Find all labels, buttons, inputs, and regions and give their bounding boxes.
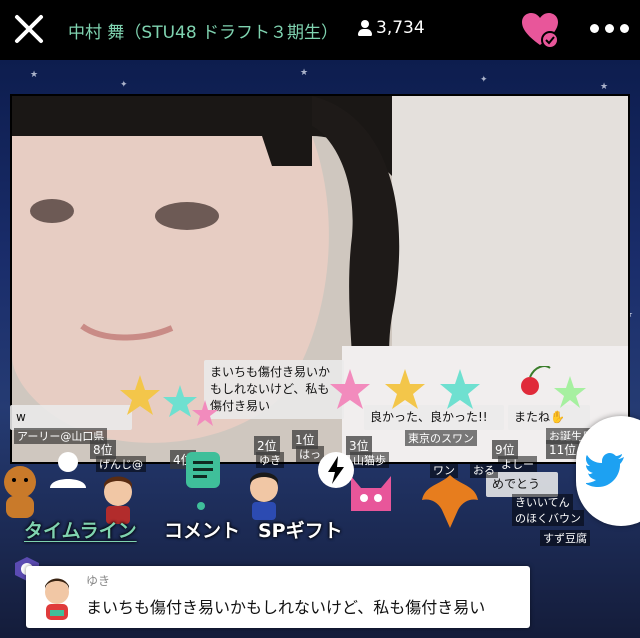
rank-badge: 11位 bbox=[546, 440, 580, 459]
overlay-tag: 東京のスワン bbox=[405, 430, 477, 446]
close-icon[interactable] bbox=[10, 10, 46, 46]
rank-badge: 9位 bbox=[492, 440, 518, 459]
cherry-sticker bbox=[521, 366, 586, 408]
stream-title: 中村 舞（STU48 ドラフト３期生） bbox=[68, 23, 339, 43]
top-bar: 中村 舞（STU48 ドラフト３期生） 3,734 bbox=[0, 0, 640, 60]
twitter-icon bbox=[586, 453, 624, 487]
latest-comment-card[interactable]: ゆき まいちも傷付き易いかもしれないけど、私も傷付き易い bbox=[26, 566, 530, 628]
tab-sp-gift[interactable]: SPギフト bbox=[258, 516, 343, 543]
heart-check-icon[interactable] bbox=[520, 10, 560, 50]
rank-badge: 2位 bbox=[254, 436, 280, 455]
tab-comment[interactable]: コメント bbox=[164, 516, 240, 543]
viewer-counter: 3,734 bbox=[358, 18, 425, 38]
twitter-share-button[interactable] bbox=[576, 416, 640, 526]
overlay-comment: まいちも傷付き易いかもしれないけど、私も傷付き易い bbox=[204, 360, 344, 419]
person-icon bbox=[358, 20, 372, 36]
overlay-comment: w bbox=[10, 405, 132, 430]
more-icon[interactable] bbox=[590, 16, 630, 40]
comment-icon[interactable] bbox=[184, 450, 222, 490]
overlay-tag: きいいてん bbox=[512, 494, 573, 510]
comment-text: まいちも傷付き易いかもしれないけど、私も傷付き易い bbox=[86, 598, 486, 617]
chibi-sticker bbox=[250, 472, 278, 520]
rank-badge: 1位 bbox=[292, 430, 318, 449]
active-tab-indicator bbox=[197, 502, 205, 510]
star-sticker bbox=[120, 375, 218, 426]
phoenix-sticker bbox=[422, 475, 478, 528]
bear-sticker bbox=[4, 466, 36, 518]
overlay-tag: すず豆腐 bbox=[540, 530, 590, 546]
viewer-count: 3,734 bbox=[376, 18, 425, 38]
avatar bbox=[45, 578, 69, 620]
overlay-tag: のほくバウン bbox=[512, 510, 584, 526]
tab-timeline[interactable]: タイムライン bbox=[24, 516, 137, 543]
rank-badge: 8位 bbox=[90, 440, 116, 459]
timeline-icon[interactable] bbox=[46, 448, 90, 492]
comment-username: ゆき bbox=[86, 574, 111, 588]
star-sticker bbox=[330, 369, 480, 409]
lightning-icon[interactable] bbox=[316, 450, 356, 490]
